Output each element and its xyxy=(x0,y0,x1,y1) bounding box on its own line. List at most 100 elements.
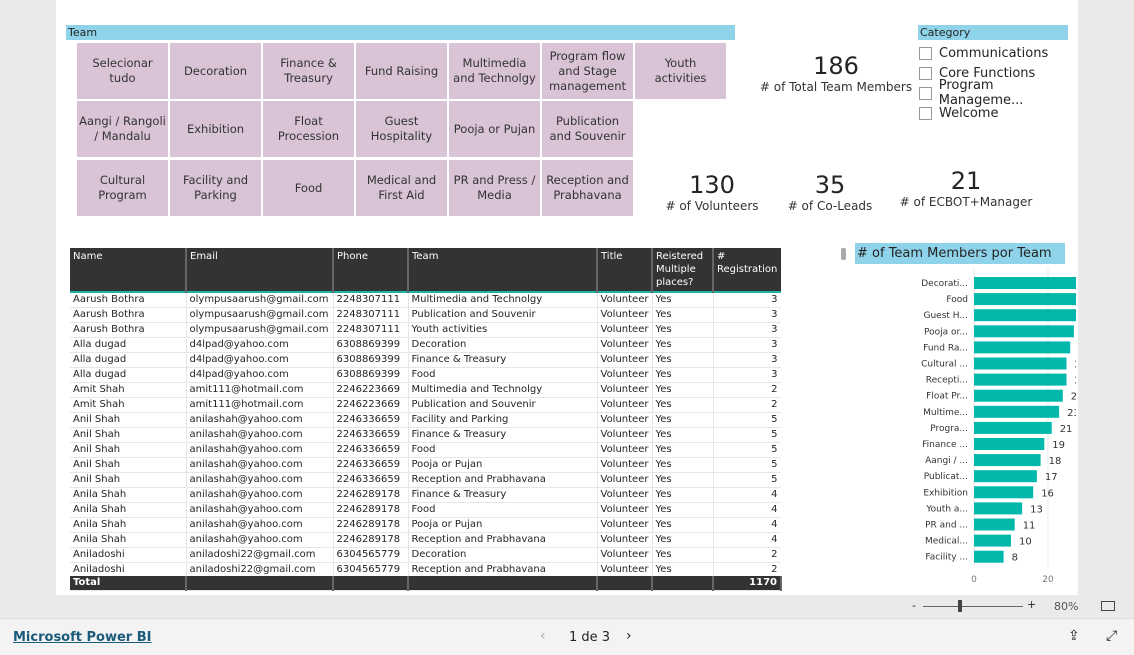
bar[interactable] xyxy=(974,325,1074,338)
team-tile[interactable]: Facility and Parking xyxy=(170,160,261,216)
bar[interactable] xyxy=(974,454,1041,467)
team-tile[interactable]: Finance & Treasury xyxy=(263,43,354,99)
bar[interactable] xyxy=(974,389,1063,402)
team-tile[interactable]: Aangi / Rangoli / Mandalu xyxy=(77,101,168,157)
checkbox[interactable] xyxy=(919,86,932,100)
table-row: Aarush Bothra olympusaarush@gmail.com 2248… xyxy=(70,322,781,338)
scrollbar-handle[interactable] xyxy=(841,248,846,260)
bar[interactable] xyxy=(974,438,1045,450)
table-cell: Yes xyxy=(652,472,714,488)
fit-page-icon[interactable] xyxy=(1101,601,1115,611)
team-tile[interactable]: Multimedia and Technolgy xyxy=(449,43,540,99)
column-header[interactable]: Email xyxy=(186,248,334,292)
table-cell: Alla dugad xyxy=(70,367,187,383)
bar[interactable] xyxy=(974,405,1060,418)
column-header[interactable]: Phone xyxy=(333,248,409,292)
bar[interactable] xyxy=(974,470,1037,483)
team-tile[interactable]: PR and Press / Media xyxy=(449,160,540,216)
team-tile[interactable]: Pooja or Pujan xyxy=(449,101,540,157)
team-tile[interactable]: Fund Raising xyxy=(356,43,447,99)
bar[interactable] xyxy=(974,534,1011,547)
table-row: Anila Shah anilashah@yahoo.com 2246289178 P… xyxy=(70,517,781,533)
category-slicer: Communications Core Functions Program Mana… xyxy=(919,43,1079,123)
table-row: Anil Shah anilashah@yahoo.com 2246336659 Po… xyxy=(70,457,781,473)
team-tile[interactable]: Cultural Program xyxy=(77,160,168,216)
table-cell: Aniladoshi xyxy=(70,547,187,563)
bar[interactable] xyxy=(974,502,1023,515)
team-tile[interactable]: Medical and First Aid xyxy=(356,160,447,216)
column-header[interactable]: # Registration xyxy=(713,248,781,292)
prev-page-icon[interactable]: ‹ xyxy=(540,628,546,644)
team-tile[interactable]: Exhibition xyxy=(170,101,261,157)
table-cell: Food xyxy=(408,367,598,383)
table-cell: Yes xyxy=(652,367,714,383)
kpi-volunteers: 130 # of Volunteers xyxy=(652,171,772,213)
team-tile[interactable]: Float Procession xyxy=(263,101,354,157)
table-row: Amit Shah amit111@hotmail.com 2246223669 Mu… xyxy=(70,382,781,398)
table-cell: Anil Shah xyxy=(70,412,187,428)
team-tile[interactable]: Youth activities xyxy=(635,43,726,99)
table-row: Amit Shah amit111@hotmail.com 2246223669 Pu… xyxy=(70,397,781,413)
checkbox[interactable] xyxy=(919,66,932,80)
table-cell: Volunteer xyxy=(597,322,653,338)
table-cell: Volunteer xyxy=(597,517,653,533)
bar[interactable] xyxy=(974,421,1052,434)
table-cell: Volunteer xyxy=(597,502,653,518)
table-row: Anil Shah anilashah@yahoo.com 2246336659 Fa… xyxy=(70,412,781,428)
data-label: 13 xyxy=(1030,504,1043,515)
team-tile[interactable]: Food xyxy=(263,160,354,216)
table-cell: 2248307111 xyxy=(333,292,409,308)
table-cell: Reception and Prabhavana xyxy=(408,472,598,488)
table-cell: Volunteer xyxy=(597,382,653,398)
team-tile[interactable]: Program flow and Stage management xyxy=(542,43,633,99)
table-cell: 2246289178 xyxy=(333,517,409,533)
next-page-icon[interactable]: › xyxy=(626,628,632,644)
checkbox[interactable] xyxy=(919,46,932,60)
zoom-slider-thumb[interactable] xyxy=(958,600,962,612)
team-tile[interactable]: Guest Hospitality xyxy=(356,101,447,157)
share-icon[interactable]: ⇪ xyxy=(1068,628,1080,644)
bar[interactable] xyxy=(974,277,1076,289)
column-header[interactable]: Title xyxy=(597,248,653,292)
team-slicer-header: Team xyxy=(66,25,735,40)
bar[interactable] xyxy=(974,309,1076,322)
bar[interactable] xyxy=(974,373,1067,386)
table-cell: Multimedia and Technolgy xyxy=(408,382,598,398)
zoom-out-button[interactable]: - xyxy=(912,599,916,612)
bar[interactable] xyxy=(974,357,1067,370)
category-item[interactable]: Program Manageme... xyxy=(919,78,1079,108)
table-cell: 3 xyxy=(713,367,781,383)
table-cell: 5 xyxy=(713,427,781,443)
table-cell: Volunteer xyxy=(597,412,653,428)
table-cell: Finance & Treasury xyxy=(408,427,598,443)
bar[interactable] xyxy=(974,486,1034,499)
checkbox[interactable] xyxy=(919,106,932,120)
power-bi-link[interactable]: Microsoft Power BI xyxy=(13,630,151,645)
bar[interactable] xyxy=(974,550,1004,563)
table-cell: anilashah@yahoo.com xyxy=(186,442,334,458)
kpi-label: # of Volunteers xyxy=(665,199,759,213)
table-cell: Volunteer xyxy=(597,457,653,473)
table-cell: anilashah@yahoo.com xyxy=(186,457,334,473)
table-cell: Anila Shah xyxy=(70,502,187,518)
fullscreen-icon[interactable]: ⤢ xyxy=(1106,628,1117,644)
bar[interactable] xyxy=(974,518,1015,531)
category-item[interactable]: Communications xyxy=(919,43,1079,63)
category-label: PR and ... xyxy=(925,521,968,531)
team-tile[interactable]: Decoration xyxy=(170,43,261,99)
zoom-in-button[interactable]: + xyxy=(1027,598,1036,611)
zoom-slider[interactable] xyxy=(923,606,1023,607)
table-cell: Publication and Souvenir xyxy=(408,307,598,323)
category-label: Float Pr... xyxy=(926,392,968,402)
bar[interactable] xyxy=(974,341,1071,354)
bar[interactable] xyxy=(974,293,1076,306)
column-header[interactable]: Name xyxy=(70,248,187,292)
team-tile[interactable]: Reception and Prabhavana xyxy=(542,160,633,216)
team-tile[interactable]: Publication and Souvenir xyxy=(542,101,633,157)
column-header[interactable]: Reistered Multiple places? xyxy=(652,248,714,292)
team-tile[interactable]: Selecionar tudo xyxy=(77,43,168,99)
table-cell: Yes xyxy=(652,457,714,473)
column-header[interactable]: Team xyxy=(408,248,598,292)
table-cell: Aarush Bothra xyxy=(70,292,187,308)
category-label: Aangi / ... xyxy=(925,456,968,466)
